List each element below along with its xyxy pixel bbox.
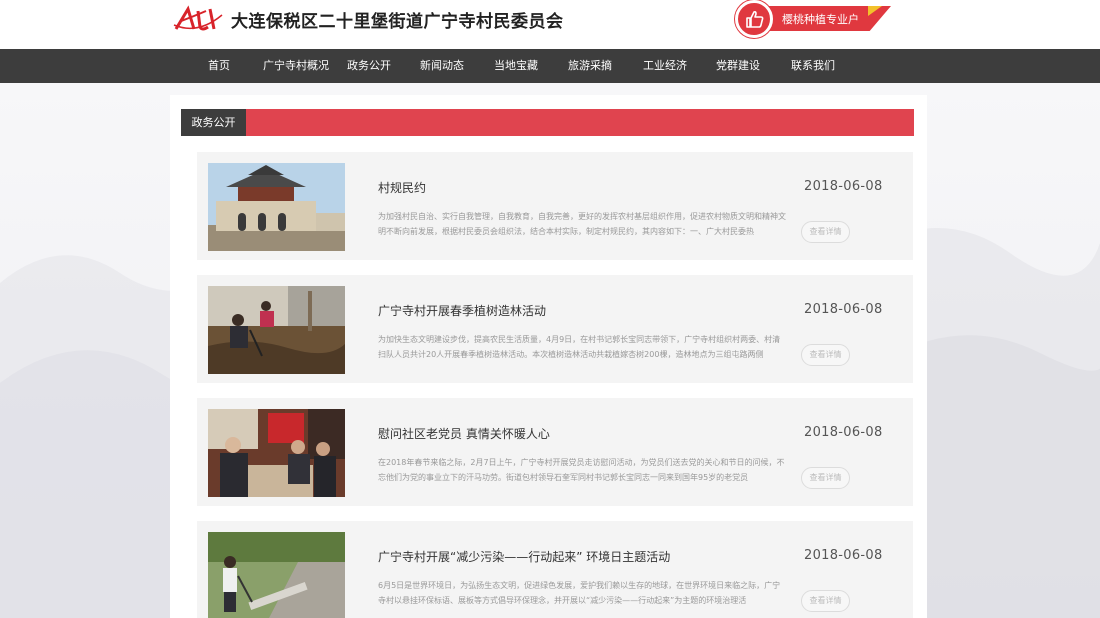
article-title[interactable]: 慰问社区老党员 真情关怀暖人心: [378, 425, 550, 442]
view-details-button[interactable]: 查看详情: [801, 467, 850, 489]
article-summary: 为加快生态文明建设步伐，提高农民生活质量，4月9日，在村书记郭长宝同志带领下，广…: [378, 335, 781, 359]
article-date: 2018-06-08: [804, 548, 883, 563]
article-card[interactable]: 村规民约 为加强村民自治、实行自我管理，自我教育，自我完善，更好的发挥农村基层组…: [197, 152, 913, 260]
site-logo[interactable]: [172, 5, 224, 33]
article-card[interactable]: 慰问社区老党员 真情关怀暖人心 在2018年春节来临之际，2月7日上午，广宁寺村…: [197, 398, 913, 506]
article-summary: 6月5日是世界环境日，为弘扬生态文明，促进绿色发展，爱护我们赖以生存的地球，在世…: [378, 581, 781, 605]
thumbs-up-icon: [735, 0, 773, 38]
nav-item-industry[interactable]: 工业经济: [643, 49, 687, 83]
article-title[interactable]: 广宁寺村开展“减少污染——行动起来” 环境日主题活动: [378, 548, 670, 565]
article-card[interactable]: 广宁寺村开展“减少污染——行动起来” 环境日主题活动 6月5日是世界环境日，为弘…: [197, 521, 913, 618]
nav-item-home[interactable]: 首页: [208, 49, 230, 83]
nav-item-local-treasures[interactable]: 当地宝藏: [494, 49, 538, 83]
article-summary: 在2018年春节来临之际，2月7日上午，广宁寺村开展党员走访慰问活动，为党员们送…: [378, 458, 785, 482]
nav-item-party[interactable]: 党群建设: [716, 49, 760, 83]
nav-item-contact[interactable]: 联系我们: [791, 49, 835, 83]
article-date: 2018-06-08: [804, 179, 883, 194]
nav-item-news[interactable]: 新闻动态: [420, 49, 464, 83]
main-nav: 首页 广宁寺村概况 政务公开 新闻动态 当地宝藏 旅游采摘 工业经济 党群建设 …: [0, 49, 1100, 83]
article-date: 2018-06-08: [804, 425, 883, 440]
view-details-button[interactable]: 查看详情: [801, 221, 850, 243]
section-title: 政务公开: [181, 109, 246, 136]
article-thumbnail[interactable]: [208, 409, 345, 497]
article-date: 2018-06-08: [804, 302, 883, 317]
promo-text: 樱桃种植专业户: [782, 13, 859, 26]
article-thumbnail[interactable]: [208, 532, 345, 618]
article-title[interactable]: 广宁寺村开展春季植树造林活动: [378, 302, 546, 319]
view-details-button[interactable]: 查看详情: [801, 344, 850, 366]
nav-item-overview[interactable]: 广宁寺村概况: [263, 49, 329, 83]
article-thumbnail[interactable]: [208, 163, 345, 251]
article-summary: 为加强村民自治、实行自我管理，自我教育，自我完善，更好的发挥农村基层组织作用，促…: [378, 212, 786, 236]
section-header-bar: [181, 109, 914, 136]
site-title: 大连保税区二十里堡街道广宁寺村民委员会: [231, 12, 564, 32]
site-header: 大连保税区二十里堡街道广宁寺村民委员会 樱桃种植专业户: [0, 0, 1100, 49]
nav-item-tourism[interactable]: 旅游采摘: [568, 49, 612, 83]
article-title[interactable]: 村规民约: [378, 179, 426, 196]
nav-item-government[interactable]: 政务公开: [347, 49, 391, 83]
promo-banner[interactable]: 樱桃种植专业户: [735, 0, 891, 38]
article-card[interactable]: 广宁寺村开展春季植树造林活动 为加快生态文明建设步伐，提高农民生活质量，4月9日…: [197, 275, 913, 383]
view-details-button[interactable]: 查看详情: [801, 590, 850, 612]
article-thumbnail[interactable]: [208, 286, 345, 374]
